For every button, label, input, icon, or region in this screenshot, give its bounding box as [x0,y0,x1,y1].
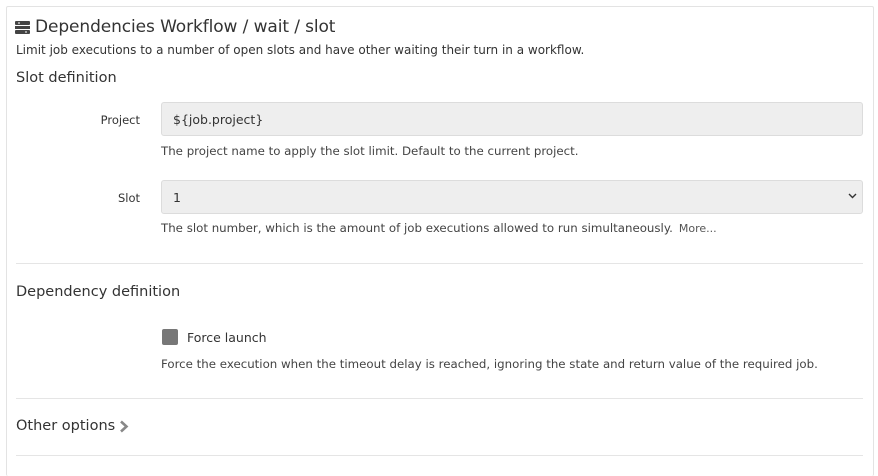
force-launch-help-text: Force the execution when the timeout del… [161,357,818,371]
section-title-slot-definition: Slot definition [16,70,117,86]
chevron-right-icon[interactable] [119,420,129,433]
project-help-text: The project name to apply the slot limit… [161,144,579,158]
page-title: Dependencies Workflow / wait / slot [35,17,336,37]
slot-select[interactable]: 1 [161,180,863,214]
divider [16,263,863,264]
plugin-icon [15,20,30,34]
force-launch-checkbox[interactable] [162,329,178,345]
step-config-panel [6,6,874,476]
other-options-toggle[interactable]: Other options [16,418,115,434]
force-launch-label[interactable]: Force launch [187,330,267,345]
slot-select-value: 1 [173,189,181,205]
project-input-value: ${job.project} [173,111,264,127]
page-description: Limit job executions to a number of open… [16,43,585,57]
header: Dependencies Workflow / wait / slot [15,16,335,38]
divider [16,455,863,456]
slot-help-text: The slot number, which is the amount of … [161,221,717,235]
divider [16,398,863,399]
slot-help-label: The slot number, which is the amount of … [161,221,673,235]
more-link[interactable]: More... [679,222,717,235]
chevron-down-icon [848,193,857,199]
project-input[interactable]: ${job.project} [161,102,863,136]
slot-label: Slot [117,191,140,205]
section-title-dependency-definition: Dependency definition [16,284,181,300]
project-label: Project [100,113,140,127]
